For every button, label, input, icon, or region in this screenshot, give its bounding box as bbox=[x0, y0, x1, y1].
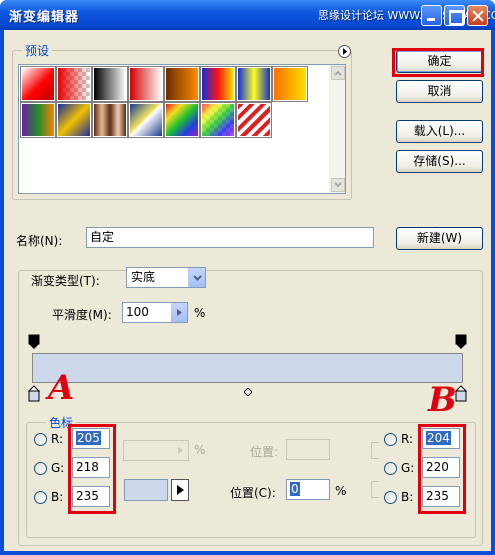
annotation-box-ok bbox=[392, 48, 484, 77]
gradient-type-label: 渐变类型(T): bbox=[28, 272, 103, 289]
preset-swatch[interactable] bbox=[236, 66, 272, 102]
presets-list[interactable] bbox=[18, 64, 346, 194]
gradient-type-value: 实底 bbox=[131, 270, 156, 284]
r-radio-right[interactable] bbox=[384, 433, 397, 446]
preset-swatch[interactable] bbox=[92, 102, 128, 138]
save-button[interactable]: 存储(S)... bbox=[396, 150, 483, 173]
smoothness-value: 100 bbox=[126, 305, 149, 319]
preset-swatch[interactable] bbox=[164, 102, 200, 138]
preset-swatch[interactable] bbox=[272, 66, 308, 102]
cancel-button[interactable]: 取消 bbox=[396, 80, 483, 103]
minimize-button[interactable] bbox=[421, 5, 442, 26]
r-radio[interactable] bbox=[34, 433, 47, 446]
delete-color-stop-button bbox=[371, 481, 379, 498]
delete-opacity-stop-button bbox=[371, 442, 379, 459]
opacity-stop-left-icon[interactable] bbox=[28, 334, 40, 350]
b-label: B: bbox=[51, 490, 64, 504]
preset-swatch[interactable] bbox=[200, 66, 236, 102]
presets-legend: 预设 bbox=[22, 42, 53, 59]
smoothness-unit: % bbox=[194, 306, 206, 320]
g-label-right: G: bbox=[401, 461, 415, 475]
stop-color-swatch[interactable] bbox=[124, 479, 168, 501]
title-bar[interactable]: 渐变编辑器 思缘设计论坛 WWW.MISSYUAN.COM bbox=[0, 0, 495, 30]
preset-swatch[interactable] bbox=[128, 102, 164, 138]
r-label: R: bbox=[51, 432, 64, 446]
smoothness-slider-icon[interactable] bbox=[171, 303, 187, 322]
load-button[interactable]: 载入(L)... bbox=[396, 120, 483, 143]
color-stop-left-icon[interactable] bbox=[27, 385, 41, 402]
dialog-body: 预设 确定 取消 载入(L)... 存储(S)... 名称(N): 自定 新建(… bbox=[4, 30, 491, 551]
opacity-stop-right-icon[interactable] bbox=[455, 334, 467, 350]
preset-swatch[interactable] bbox=[200, 102, 236, 138]
annotation-letter-a: A bbox=[48, 368, 75, 408]
preset-swatch[interactable] bbox=[20, 102, 56, 138]
color-position-value: 0 bbox=[290, 482, 300, 496]
annotation-letter-b: B bbox=[428, 380, 457, 420]
opacity-slider-icon bbox=[172, 441, 188, 460]
g-label: G: bbox=[51, 461, 65, 475]
smoothness-input[interactable]: 100 bbox=[122, 302, 188, 323]
new-button[interactable]: 新建(W) bbox=[396, 227, 483, 250]
color-position-unit: % bbox=[335, 484, 347, 498]
preset-swatch[interactable] bbox=[128, 66, 164, 102]
preset-swatch[interactable] bbox=[92, 66, 128, 102]
gradient-bar[interactable] bbox=[32, 353, 463, 383]
presets-scrollbar[interactable] bbox=[329, 65, 345, 193]
b-label-right: B: bbox=[401, 490, 414, 504]
opacity-position-input bbox=[286, 439, 330, 460]
g-radio-right[interactable] bbox=[384, 462, 397, 475]
midpoint-diamond-icon[interactable] bbox=[243, 385, 253, 397]
opacity-unit: % bbox=[194, 443, 206, 457]
color-position-label: 位置(C): bbox=[230, 486, 276, 500]
color-menu-icon[interactable] bbox=[171, 479, 189, 501]
preset-swatch[interactable] bbox=[56, 102, 92, 138]
smoothness-label: 平滑度(M): bbox=[52, 308, 112, 322]
r-label-right: R: bbox=[401, 432, 414, 446]
opacity-input bbox=[123, 440, 189, 461]
b-radio-right[interactable] bbox=[384, 491, 397, 504]
g-radio[interactable] bbox=[34, 462, 47, 475]
opacity-position-label: 位置: bbox=[250, 445, 279, 459]
window-title: 渐变编辑器 bbox=[9, 10, 80, 25]
close-button[interactable] bbox=[467, 5, 488, 26]
annotation-box-left bbox=[68, 424, 116, 514]
preset-swatch[interactable] bbox=[164, 66, 200, 102]
preset-swatch[interactable] bbox=[56, 66, 92, 102]
scroll-up-icon[interactable] bbox=[331, 66, 345, 80]
scroll-down-icon[interactable] bbox=[331, 178, 345, 192]
b-radio[interactable] bbox=[34, 491, 47, 504]
preset-swatch[interactable] bbox=[236, 102, 272, 138]
chevron-down-icon[interactable] bbox=[188, 268, 205, 287]
annotation-box-right bbox=[418, 424, 466, 514]
gradient-type-select[interactable]: 实底 bbox=[126, 267, 206, 288]
color-position-input[interactable]: 0 bbox=[286, 479, 330, 500]
gradient-editor-window: 渐变编辑器 思缘设计论坛 WWW.MISSYUAN.COM 预设 确定 取消 载… bbox=[0, 0, 495, 555]
name-input[interactable]: 自定 bbox=[86, 227, 374, 248]
maximize-button[interactable] bbox=[444, 5, 465, 26]
preset-swatch[interactable] bbox=[20, 66, 56, 102]
name-label: 名称(N): bbox=[16, 234, 63, 248]
presets-menu-icon[interactable] bbox=[338, 45, 351, 58]
